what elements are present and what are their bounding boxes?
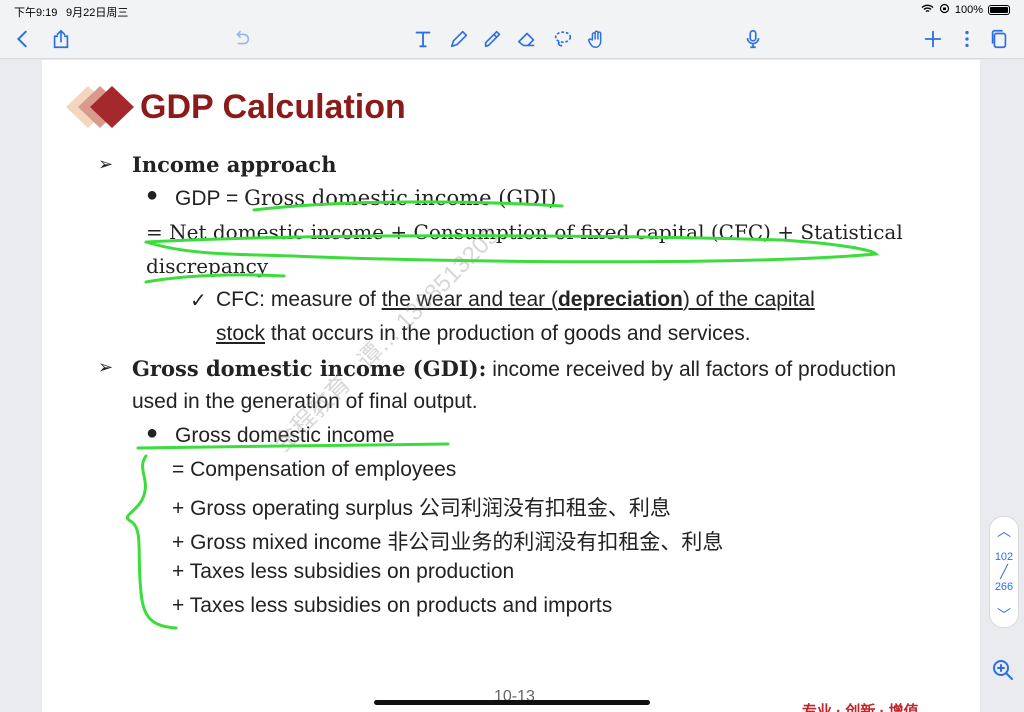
zoom-in-icon[interactable]	[989, 656, 1017, 684]
page-up-icon[interactable]: ︿	[990, 521, 1018, 541]
wifi-icon	[921, 4, 934, 17]
document-page[interactable]: GDP Calculation ➢ Income approach ● GDP …	[42, 60, 980, 712]
status-date: 9月22日周三	[66, 7, 129, 19]
page-down-icon[interactable]: ﹀	[990, 605, 1018, 625]
add-icon[interactable]	[920, 26, 946, 52]
handwriting-annotation	[125, 200, 880, 630]
battery-icon	[988, 5, 1010, 15]
toolbar	[0, 20, 1024, 59]
status-right: 100%	[921, 3, 1010, 17]
highlighter-icon[interactable]	[480, 26, 506, 52]
page-divider: ╱	[1000, 564, 1008, 579]
share-icon[interactable]	[48, 26, 74, 52]
hand-icon[interactable]	[584, 26, 610, 52]
undo-icon[interactable]	[228, 26, 254, 52]
pages-icon[interactable]	[986, 26, 1012, 52]
battery-percent: 100%	[954, 4, 983, 16]
lasso-icon[interactable]	[550, 26, 576, 52]
microphone-icon[interactable]	[740, 26, 766, 52]
text-tool-icon[interactable]	[410, 26, 436, 52]
back-icon[interactable]	[10, 26, 36, 52]
status-time: 下午9:19	[14, 7, 58, 19]
slogan: 专业 · 创新 · 增值	[802, 703, 919, 712]
current-page: 102	[994, 551, 1014, 563]
home-indicator[interactable]	[374, 700, 650, 705]
more-icon[interactable]	[954, 26, 980, 52]
orientation-lock-icon	[939, 3, 950, 17]
total-pages: 266	[994, 581, 1014, 593]
status-bar: 下午9:19 9月22日周三 100%	[0, 0, 1024, 20]
eraser-icon[interactable]	[514, 26, 540, 52]
page-navigator[interactable]: ︿ 102 ╱ 266 ﹀	[989, 516, 1019, 628]
pen-icon[interactable]	[446, 26, 472, 52]
